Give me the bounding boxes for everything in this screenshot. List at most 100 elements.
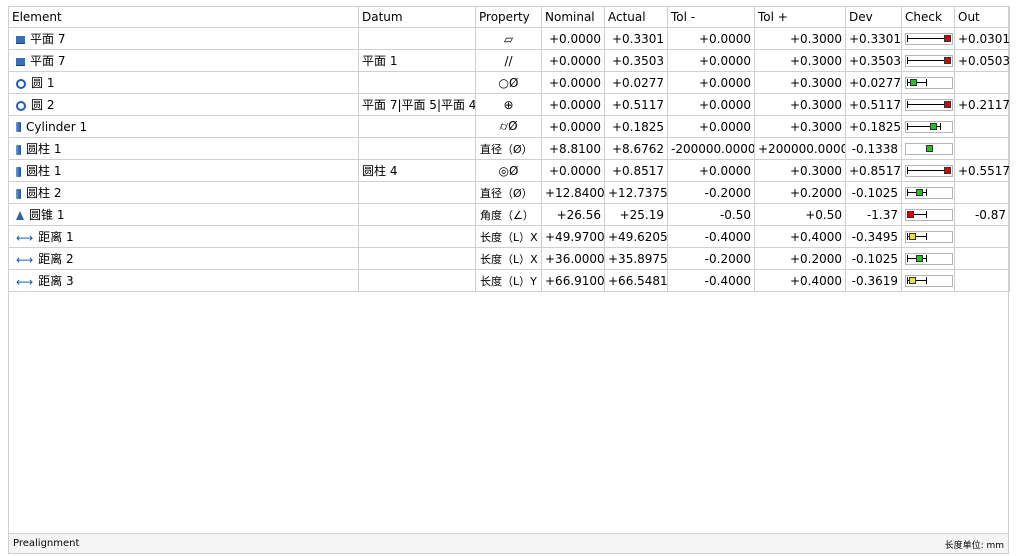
datum-cell <box>358 137 476 160</box>
element-cell: 圆柱 2 <box>8 181 359 204</box>
tolerance-gauge <box>905 252 953 265</box>
element-cell: ⟷ 距离 1 <box>8 225 359 248</box>
actual-cell: +49.6205 <box>604 225 668 248</box>
nominal-cell: +26.56 <box>541 203 605 226</box>
table-row[interactable]: ⟷ 距离 3 长度（L）Y +66.9100 +66.5481 -0.4000 +0.400… <box>8 269 1010 292</box>
gauge-marker <box>944 100 951 108</box>
element-cell: 平面 7 <box>8 49 359 72</box>
table-row[interactable]: Cylinder 1 ⌭Ø +0.0000 +0.1825 +0.0000 +0.3000… <box>8 115 1010 138</box>
property-cell: ◎Ø <box>475 159 542 182</box>
column-header-actual[interactable]: Actual <box>604 6 668 28</box>
element-name: 距离 1 <box>38 230 74 244</box>
tolerance-gauge <box>905 98 953 111</box>
tol-minus-cell: -200000.0000 <box>667 137 755 160</box>
datum-cell <box>358 71 476 94</box>
table-row[interactable]: ⟷ 距离 2 长度（L）X +36.0000 +35.8975 -0.2000 +0.200… <box>8 247 1010 270</box>
table-row[interactable]: 圆柱 2 直径（Ø） +12.8400 +12.7375 -0.2000 +0.2000-… <box>8 181 1010 204</box>
table-row[interactable]: 平面 7 平面 1//+0.0000 +0.3503 +0.0000 +0.3000 +0… <box>8 49 1010 72</box>
check-cell <box>901 203 955 226</box>
dev-cell: +0.5117 <box>845 93 902 116</box>
table-row[interactable]: 圆锥 1 角度（∠） +26.56 +25.19 -0.50 +0.50 -1.37 -0.8… <box>8 203 1010 226</box>
datum-cell <box>358 115 476 138</box>
property-cell: // <box>475 49 542 72</box>
tol-minus-cell: +0.0000 <box>667 27 755 50</box>
element-cell: 圆锥 1 <box>8 203 359 226</box>
out-cell <box>954 181 1010 204</box>
table-row[interactable]: ⟷ 距离 1 长度（L）X +49.9700 +49.6205 -0.4000 +0.400… <box>8 225 1010 248</box>
cylinder-icon <box>16 122 21 132</box>
element-name: 圆 1 <box>31 76 55 90</box>
distance-icon: ⟷ <box>16 230 34 245</box>
out-cell <box>954 115 1010 138</box>
plane-icon <box>16 57 25 66</box>
gauge-marker <box>916 254 923 262</box>
gauge-marker <box>944 166 951 174</box>
dev-cell: +0.0277 <box>845 71 902 94</box>
actual-cell: +0.3503 <box>604 49 668 72</box>
element-cell: ⟷ 距离 2 <box>8 247 359 270</box>
property-cell: 直径（Ø） <box>475 137 542 160</box>
actual-cell: +0.3301 <box>604 27 668 50</box>
check-cell <box>901 181 955 204</box>
out-cell: -0.87 <box>954 203 1010 226</box>
circle-icon <box>16 100 26 111</box>
column-header-property[interactable]: Property <box>475 6 542 28</box>
out-cell <box>954 269 1010 292</box>
status-alignment-label: Prealignment <box>13 538 80 549</box>
cylinder-icon <box>16 166 21 177</box>
element-name: 距离 3 <box>38 274 74 288</box>
nominal-cell: +12.8400 <box>541 181 605 204</box>
column-header-nominal[interactable]: Nominal <box>541 6 605 28</box>
table-row[interactable]: 平面 7 ▱ +0.0000 +0.3301 +0.0000 +0.3000 +0.3301… <box>8 27 1010 50</box>
tol-plus-cell: +0.3000 <box>754 159 846 182</box>
datum-cell: 平面 7|平面 5|平面 4 <box>358 93 476 116</box>
datum-cell: 平面 1 <box>358 49 476 72</box>
results-table: Element Datum Property Nominal Actual To… <box>8 6 1010 292</box>
dev-cell: +0.3503 <box>845 49 902 72</box>
check-cell <box>901 49 955 72</box>
check-cell <box>901 71 955 94</box>
column-header-datum[interactable]: Datum <box>358 6 476 28</box>
tolerance-gauge <box>905 164 953 177</box>
column-header-tol-plus[interactable]: Tol + <box>754 6 846 28</box>
circle-icon <box>16 78 26 89</box>
datum-cell <box>358 225 476 248</box>
tol-plus-cell: +0.4000 <box>754 269 846 292</box>
column-header-tol-minus[interactable]: Tol - <box>667 6 755 28</box>
tol-minus-cell: -0.4000 <box>667 269 755 292</box>
gauge-marker <box>926 144 933 152</box>
out-cell <box>954 137 1010 160</box>
out-cell: +0.2117 <box>954 93 1010 116</box>
actual-cell: +0.1825 <box>604 115 668 138</box>
column-header-dev[interactable]: Dev <box>845 6 902 28</box>
nominal-cell: +8.8100 <box>541 137 605 160</box>
element-cell: 圆柱 1 <box>8 137 359 160</box>
check-cell <box>901 115 955 138</box>
table-row[interactable]: 圆 2 平面 7|平面 5|平面 4 ⊕ +0.0000 +0.5117 +0.0000 +… <box>8 93 1010 116</box>
dev-cell: -0.3495 <box>845 225 902 248</box>
element-cell: 圆 2 <box>8 93 359 116</box>
table-row[interactable]: 圆柱 1 直径（Ø） +8.8100 +8.6762 -200000.0000 +2000… <box>8 137 1010 160</box>
tol-minus-cell: +0.0000 <box>667 71 755 94</box>
table-row[interactable]: 圆柱 1 圆柱 4 ◎Ø +0.0000 +0.8517 +0.0000 +0.3000 +0… <box>8 159 1010 182</box>
column-header-element[interactable]: Element <box>8 6 359 28</box>
table-row[interactable]: 圆 1 ○Ø +0.0000 +0.0277 +0.0000 +0.3000 +0.0277 <box>8 71 1010 94</box>
cone-icon <box>16 211 24 220</box>
out-cell <box>954 71 1010 94</box>
actual-cell: +66.5481 <box>604 269 668 292</box>
nominal-cell: +0.0000 <box>541 27 605 50</box>
datum-cell: 圆柱 4 <box>358 159 476 182</box>
distance-icon: ⟷ <box>16 252 34 267</box>
gauge-marker <box>916 188 923 196</box>
dev-cell: +0.8517 <box>845 159 902 182</box>
element-cell: 圆 1 <box>8 71 359 94</box>
tol-minus-cell: -0.2000 <box>667 247 755 270</box>
tolerance-gauge <box>905 120 953 133</box>
column-header-check[interactable]: Check <box>901 6 955 28</box>
column-header-out[interactable]: Out <box>954 6 1010 28</box>
actual-cell: +0.5117 <box>604 93 668 116</box>
datum-cell <box>358 181 476 204</box>
element-name: Cylinder 1 <box>26 119 88 134</box>
element-name: 圆柱 2 <box>26 186 62 200</box>
datum-cell <box>358 247 476 270</box>
